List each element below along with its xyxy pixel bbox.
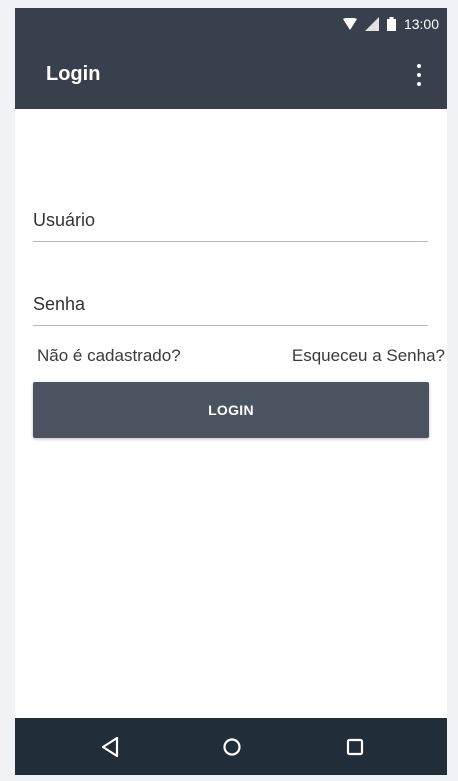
login-button[interactable]: LOGIN	[33, 382, 429, 438]
phone-screen: 13:00 Login Não é cadastrado? Esqueceu a…	[15, 8, 447, 775]
status-bar: 13:00	[15, 8, 447, 40]
forgot-password-link[interactable]: Esqueceu a Senha?	[292, 346, 445, 366]
clock: 13:00	[403, 16, 439, 32]
home-icon[interactable]	[217, 732, 247, 762]
back-icon[interactable]	[95, 732, 125, 762]
app-bar: Login	[15, 40, 447, 109]
signal-icon	[364, 17, 379, 31]
recent-apps-icon[interactable]	[340, 732, 370, 762]
navigation-bar	[15, 718, 447, 775]
register-link[interactable]: Não é cadastrado?	[37, 346, 181, 366]
login-form: Não é cadastrado? Esqueceu a Senha? LOGI…	[15, 109, 447, 718]
username-field[interactable]	[33, 206, 428, 242]
battery-icon	[386, 17, 396, 31]
more-vert-icon[interactable]	[407, 62, 431, 88]
password-field[interactable]	[33, 290, 428, 326]
page-title: Login	[46, 63, 101, 85]
wifi-icon	[342, 18, 357, 30]
status-icons: 13:00	[342, 8, 439, 40]
